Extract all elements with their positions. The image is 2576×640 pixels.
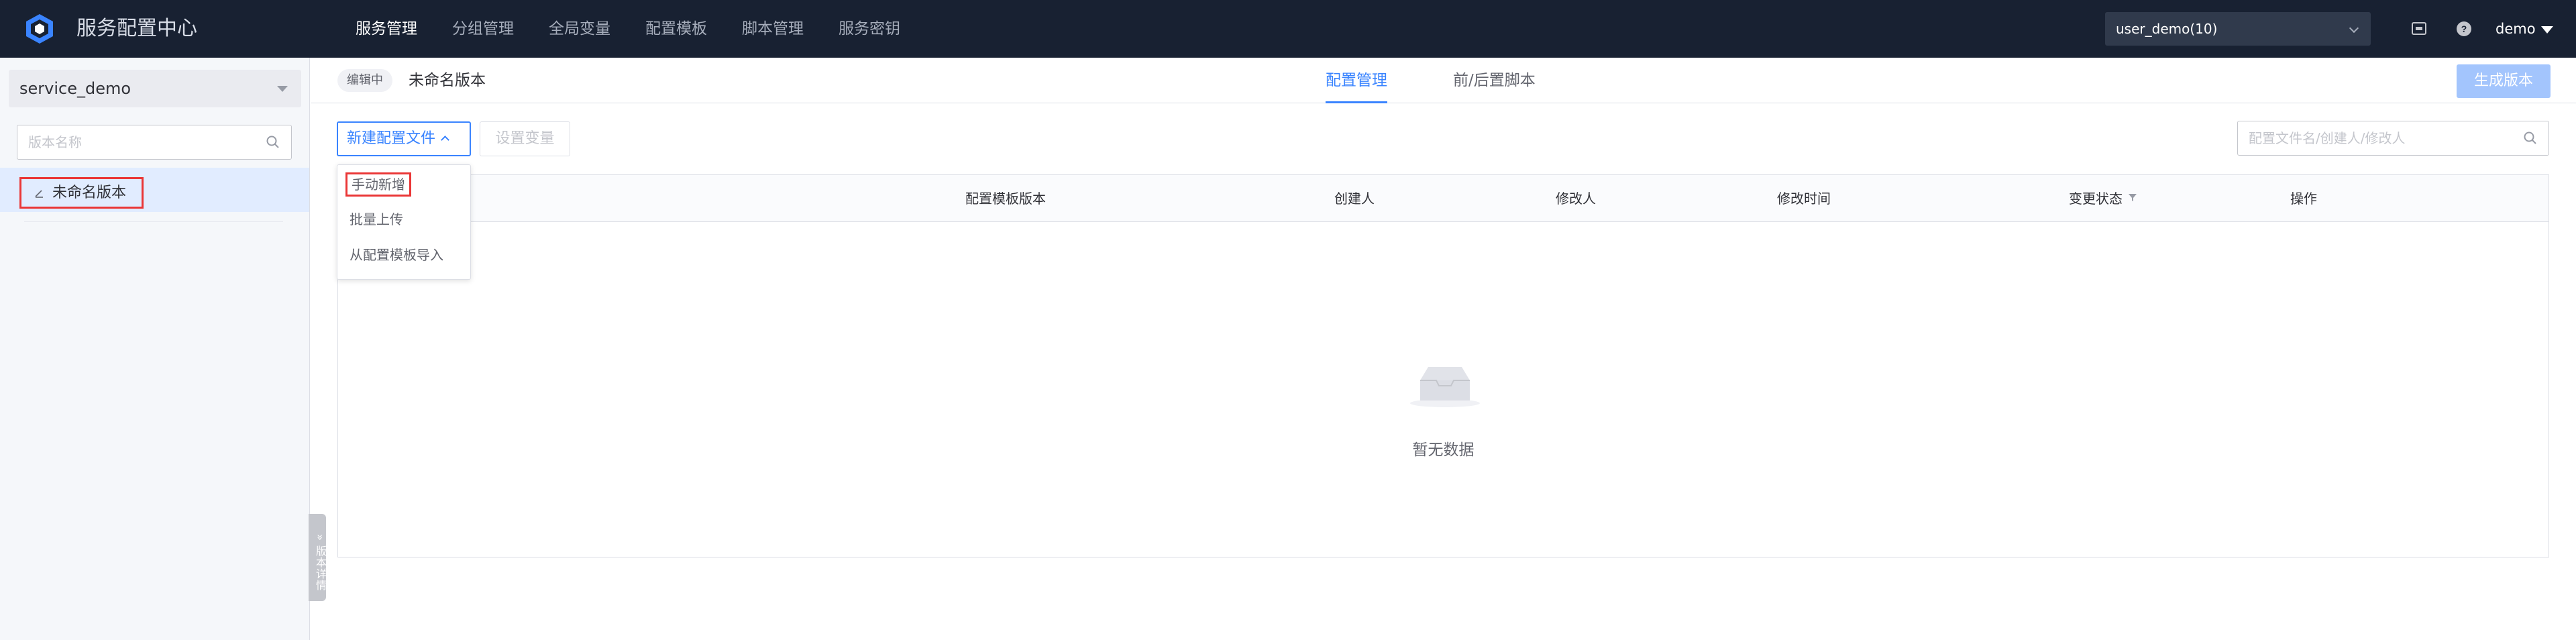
service-select[interactable]: service_demo bbox=[9, 70, 301, 107]
screen-share-icon[interactable] bbox=[2410, 20, 2428, 38]
column-header-actions: 操作 bbox=[2290, 191, 2317, 207]
divider bbox=[24, 221, 283, 222]
status-badge: 编辑中 bbox=[337, 69, 392, 92]
hexagon-logo-icon[interactable] bbox=[25, 13, 54, 44]
business-select-value: user_demo(10) bbox=[2116, 21, 2218, 37]
nav-item-script-management[interactable]: 脚本管理 bbox=[742, 0, 804, 58]
tab-config-management[interactable]: 配置管理 bbox=[1326, 58, 1387, 103]
caret-down-icon bbox=[2540, 25, 2553, 34]
version-search-input[interactable]: 版本名称 bbox=[17, 125, 292, 160]
menu-item-batch-upload[interactable]: 批量上传 bbox=[350, 209, 403, 229]
column-header-change-status-label: 变更状态 bbox=[2069, 191, 2123, 207]
business-select[interactable]: user_demo(10) bbox=[2105, 12, 2371, 46]
nav-item-service-keys[interactable]: 服务密钥 bbox=[839, 0, 900, 58]
filter-icon[interactable] bbox=[2128, 193, 2137, 202]
version-item-label: 未命名版本 bbox=[52, 184, 127, 201]
config-search-input[interactable]: 配置文件名/创建人/修改人 bbox=[2237, 121, 2549, 156]
version-header: 编辑中 未命名版本 配置管理 前/后置脚本 生成版本 bbox=[311, 58, 2576, 103]
main-nav: 服务管理 分组管理 全局变量 配置模板 脚本管理 服务密钥 bbox=[356, 0, 935, 58]
empty-state-text: 暂无数据 bbox=[1412, 441, 1474, 459]
nav-item-global-variables[interactable]: 全局变量 bbox=[549, 0, 610, 58]
new-config-file-label: 新建配置文件 bbox=[347, 130, 436, 147]
column-header-template-version: 配置模板版本 bbox=[965, 191, 1046, 207]
search-icon[interactable] bbox=[2523, 131, 2538, 146]
generate-version-button[interactable]: 生成版本 bbox=[2457, 64, 2551, 98]
new-config-file-button[interactable]: 新建配置文件 bbox=[337, 121, 471, 156]
nav-item-service-management[interactable]: 服务管理 bbox=[356, 0, 417, 58]
caret-down-icon bbox=[277, 86, 288, 92]
help-circle-icon[interactable]: ? bbox=[2455, 20, 2473, 38]
service-select-value: service_demo bbox=[19, 79, 131, 98]
config-table: 配置模板版本 创建人 修改人 修改时间 变更状态 操作 暂无数据 bbox=[337, 174, 2549, 557]
user-menu[interactable]: demo bbox=[2496, 15, 2553, 43]
tab-pre-post-scripts[interactable]: 前/后置脚本 bbox=[1453, 58, 1536, 103]
version-item-label-box[interactable]: 未命名版本 bbox=[19, 177, 144, 209]
pencil-icon bbox=[35, 190, 43, 198]
table-header: 配置模板版本 创建人 修改人 修改时间 变更状态 操作 bbox=[338, 175, 2548, 222]
svg-text:?: ? bbox=[2461, 23, 2467, 34]
top-navigation-bar: 服务配置中心 服务管理 分组管理 全局变量 配置模板 脚本管理 服务密钥 use… bbox=[0, 0, 2576, 58]
column-header-modified-time: 修改时间 bbox=[1777, 191, 1831, 207]
column-header-creator: 创建人 bbox=[1334, 191, 1375, 207]
user-name: demo bbox=[2496, 21, 2536, 37]
version-sidebar: service_demo 版本名称 未命名版本 bbox=[0, 58, 310, 640]
version-detail-toggle[interactable]: » 版本详情 bbox=[309, 514, 327, 601]
config-search-placeholder: 配置文件名/创建人/修改人 bbox=[2249, 130, 2406, 146]
menu-item-manual-add[interactable]: 手动新增 bbox=[345, 172, 411, 197]
column-header-modifier: 修改人 bbox=[1556, 191, 1596, 207]
version-title: 未命名版本 bbox=[409, 72, 486, 89]
chevron-up-icon bbox=[441, 136, 449, 144]
chevron-down-icon bbox=[2349, 23, 2359, 34]
new-config-dropdown-menu: 手动新增 批量上传 从配置模板导入 bbox=[337, 164, 471, 280]
app-title[interactable]: 服务配置中心 bbox=[76, 15, 197, 43]
empty-box-icon bbox=[1410, 367, 1480, 407]
column-header-change-status: 变更状态 bbox=[2069, 175, 2137, 222]
nav-item-config-templates[interactable]: 配置模板 bbox=[645, 0, 707, 58]
search-icon[interactable] bbox=[266, 135, 280, 150]
set-variable-button[interactable]: 设置变量 bbox=[480, 121, 570, 156]
menu-item-import-from-template[interactable]: 从配置模板导入 bbox=[350, 245, 443, 265]
version-search-placeholder: 版本名称 bbox=[28, 134, 82, 150]
nav-item-group-management[interactable]: 分组管理 bbox=[452, 0, 514, 58]
